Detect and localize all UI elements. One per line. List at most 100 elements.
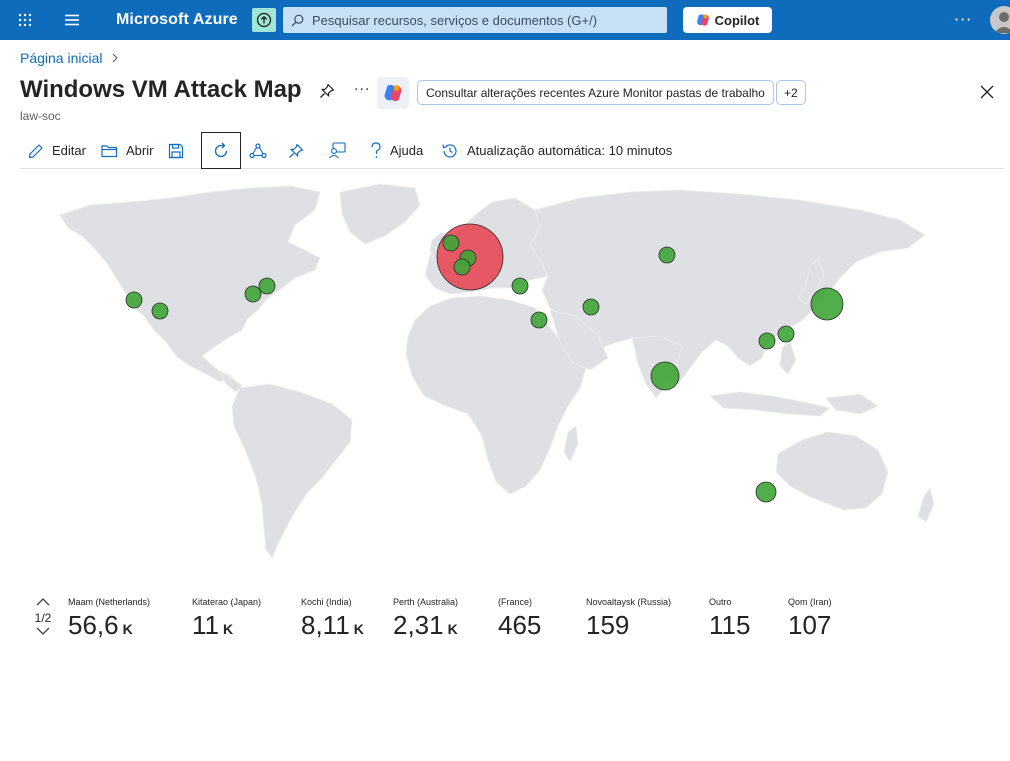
auto-refresh-button[interactable]: Atualização automática: 10 minutos [441, 132, 672, 169]
legend-label: Qom (Iran) [788, 597, 832, 607]
close-icon[interactable] [979, 84, 995, 104]
land-madagascar [563, 425, 579, 463]
brand-title[interactable]: Microsoft Azure [116, 11, 238, 29]
legend-label: (France) [498, 597, 533, 607]
legend-value: 465 [498, 610, 542, 640]
marker-europe-3[interactable] [453, 258, 471, 276]
save-icon [168, 143, 184, 158]
legend-item-perth[interactable]: Perth (Australia) 2,31 K [393, 597, 458, 641]
legend-value: 115 [709, 610, 751, 640]
marker-us-west-1[interactable] [125, 291, 143, 309]
legend-value: 11 K [192, 610, 234, 640]
legend-value: 107 [788, 610, 832, 640]
avatar[interactable] [990, 6, 1010, 34]
legend-label: Maam (Netherlands) [68, 597, 151, 607]
legend-page-indicator: 1/2 [34, 611, 52, 625]
land-indonesia [709, 391, 831, 417]
edit-button[interactable]: Editar [28, 132, 86, 169]
open-label: Abrir [126, 143, 154, 158]
help-button[interactable]: Ajuda [370, 132, 423, 169]
land-new-zealand [917, 487, 935, 523]
breadcrumb: Página inicial [20, 50, 119, 66]
chevron-right-icon [112, 53, 118, 63]
legend-item-kitaterao[interactable]: Kitaterao (Japan) 11 K [192, 597, 261, 641]
auto-refresh-label: Atualização automática: 10 minutos [467, 143, 673, 158]
marker-europe-1[interactable] [442, 234, 460, 252]
marker-india[interactable] [650, 361, 680, 391]
land-new-guinea [825, 393, 879, 415]
copilot-label: Copilot [714, 12, 760, 28]
marker-us-east-1[interactable] [244, 285, 262, 303]
search-placeholder: Pesquisar recursos, serviços e documento… [312, 12, 598, 28]
marker-east-asia-1[interactable] [777, 325, 795, 343]
title-more-icon[interactable]: ··· [354, 82, 370, 98]
search-icon [291, 14, 304, 26]
page-title: Windows VM Attack Map [20, 76, 302, 103]
pin-icon [289, 143, 304, 158]
global-search-input[interactable]: Pesquisar recursos, serviços e documento… [283, 7, 667, 33]
marker-iran[interactable] [582, 298, 600, 316]
chevron-down-icon[interactable] [36, 627, 50, 635]
share-button[interactable] [249, 132, 267, 169]
open-button[interactable]: Abrir [101, 132, 153, 169]
marker-egypt[interactable] [530, 311, 548, 329]
more-options-icon[interactable]: ··· [954, 10, 972, 29]
suggestion-chip[interactable]: Consultar alterações recentes Azure Moni… [417, 80, 774, 105]
refresh-button[interactable] [201, 132, 241, 169]
upload-icon [256, 12, 272, 28]
breadcrumb-home[interactable]: Página inicial [20, 50, 103, 66]
marker-perth[interactable] [755, 481, 777, 503]
land-north-america [59, 185, 321, 383]
marker-japan[interactable] [810, 287, 844, 321]
marker-us-west-2[interactable] [151, 302, 169, 320]
share-icon [249, 142, 267, 158]
top-bar: Microsoft Azure Pesquisar recursos, serv… [0, 0, 1010, 40]
pin-icon[interactable] [319, 83, 335, 103]
upload-button[interactable] [252, 8, 276, 32]
legend-item-maam[interactable]: Maam (Netherlands) 56,6 K [68, 597, 150, 641]
legend-value: 2,31 K [393, 610, 458, 640]
toolbar: Editar Abrir Ajuda Atualização automátic… [20, 132, 1004, 169]
land-australia [775, 431, 889, 511]
marker-novoaltaysk[interactable] [658, 246, 676, 264]
attack-map[interactable] [20, 170, 1004, 590]
legend-value: 56,6 K [68, 610, 133, 640]
legend-pager: 1/2 [33, 598, 53, 635]
pin-to-dashboard-button[interactable] [288, 132, 304, 169]
legend-label: Outro [709, 597, 732, 607]
legend-label: Perth (Australia) [393, 597, 459, 607]
save-button[interactable] [168, 132, 184, 169]
legend-label: Kitaterao (Japan) [192, 597, 262, 607]
legend-item-novoaltaysk[interactable]: Novoaltaysk (Russia) 159 [586, 597, 671, 641]
help-label: Ajuda [390, 143, 424, 158]
copilot-icon [384, 84, 402, 102]
edit-label: Editar [52, 143, 86, 158]
clock-history-icon [442, 143, 457, 158]
marker-east-asia-2[interactable] [758, 332, 776, 350]
suggestion-more-chip[interactable]: +2 [776, 80, 806, 105]
legend-item-outro[interactable]: Outro 115 [709, 597, 750, 641]
legend-label: Novoaltaysk (Russia) [586, 597, 672, 607]
legend-item-france[interactable]: (France) 465 [498, 597, 541, 641]
marker-greece[interactable] [511, 277, 529, 295]
legend-item-kochi[interactable]: Kochi (India) 8,11 K [301, 597, 364, 641]
chevron-up-icon[interactable] [36, 598, 50, 606]
copilot-button[interactable]: Copilot [683, 7, 772, 33]
folder-icon [101, 145, 118, 158]
legend-value: 8,11 K [301, 610, 364, 640]
marker-us-east-2[interactable] [258, 277, 276, 295]
legend-value: 159 [586, 610, 630, 640]
page-subtitle: law-soc [20, 109, 61, 123]
land-greenland [339, 183, 421, 245]
feedback-button[interactable] [328, 132, 346, 169]
copilot-tile-button[interactable] [377, 77, 409, 109]
feedback-person-icon [329, 142, 346, 159]
world-map[interactable] [20, 170, 1004, 590]
legend: 1/2 Maam (Netherlands) 56,6 K Kitaterao (… [0, 596, 1010, 646]
pencil-icon [28, 143, 43, 158]
hamburger-menu-icon[interactable] [62, 0, 82, 40]
legend-item-qom[interactable]: Qom (Iran) 107 [788, 597, 832, 641]
question-icon [371, 142, 381, 158]
copilot-icon [696, 14, 709, 26]
app-launcher-icon[interactable] [14, 0, 36, 40]
